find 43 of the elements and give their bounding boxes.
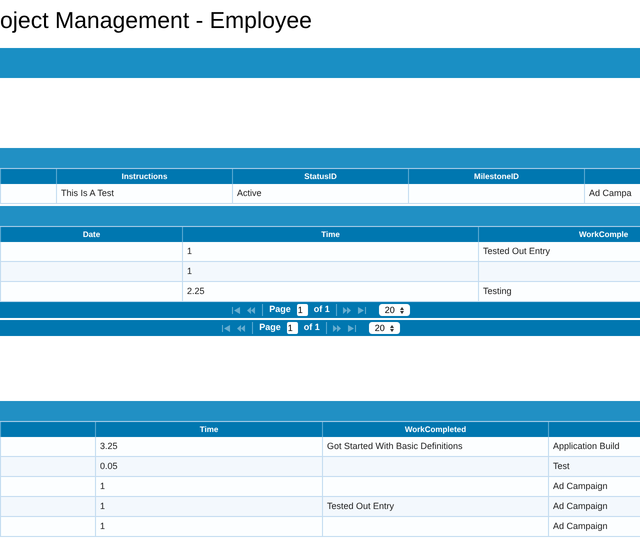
table-cell: Ad Campaign xyxy=(548,497,640,517)
column-header[interactable] xyxy=(0,169,56,184)
table-cell: Tested Out Entry xyxy=(322,497,548,517)
table-cell: 0.05 xyxy=(95,457,322,477)
table-cell: Ad Campaign xyxy=(548,517,640,537)
table-cell: 1 xyxy=(182,242,478,262)
table-cell: 1 xyxy=(95,477,322,497)
table-cell: Got Started With Basic Definitions xyxy=(322,437,548,457)
select-arrows-icon xyxy=(400,306,404,314)
column-header[interactable]: Date xyxy=(0,227,182,242)
column-header[interactable]: MilestoneID xyxy=(408,169,584,184)
table-cell: Ad Campaign xyxy=(548,477,640,497)
page-count: of 1 xyxy=(314,303,330,316)
table-cell: Testing xyxy=(478,282,640,302)
column-header[interactable]: WorkCompleted xyxy=(322,422,548,437)
select-arrows-icon xyxy=(390,324,394,332)
table-cell: Tested Out Entry xyxy=(478,242,640,262)
page-input[interactable]: 1 xyxy=(296,304,308,316)
column-header[interactable]: Time xyxy=(95,422,322,437)
column-header[interactable]: Instructions xyxy=(56,169,232,184)
table-cell: Test xyxy=(548,457,640,477)
table-cell: Ad Campa xyxy=(584,184,640,204)
table-cell: Active xyxy=(232,184,408,204)
page-size-select[interactable]: 20 xyxy=(368,322,400,334)
table-cell: 1 xyxy=(182,262,478,282)
column-header[interactable] xyxy=(584,169,640,184)
page-title: oject Management - Employee xyxy=(0,8,312,32)
column-header[interactable]: Time xyxy=(182,227,478,242)
table-cell: Application Build xyxy=(548,437,640,457)
column-header[interactable]: WorkComple xyxy=(478,227,640,242)
page-label: Page xyxy=(259,321,281,334)
table-cell: 1 xyxy=(95,497,322,517)
table-cell: 3.25 xyxy=(95,437,322,457)
page-count: of 1 xyxy=(304,321,320,334)
page-input[interactable]: 1 xyxy=(286,322,298,334)
column-header[interactable]: StatusID xyxy=(232,169,408,184)
table-cell: 2.25 xyxy=(182,282,478,302)
column-header[interactable] xyxy=(0,422,95,437)
table-cell: 1 xyxy=(95,517,322,537)
table-cell: This Is A Test xyxy=(56,184,232,204)
column-header[interactable] xyxy=(548,422,640,437)
page-label: Page xyxy=(269,303,291,316)
page-size-select[interactable]: 20 xyxy=(378,304,410,316)
